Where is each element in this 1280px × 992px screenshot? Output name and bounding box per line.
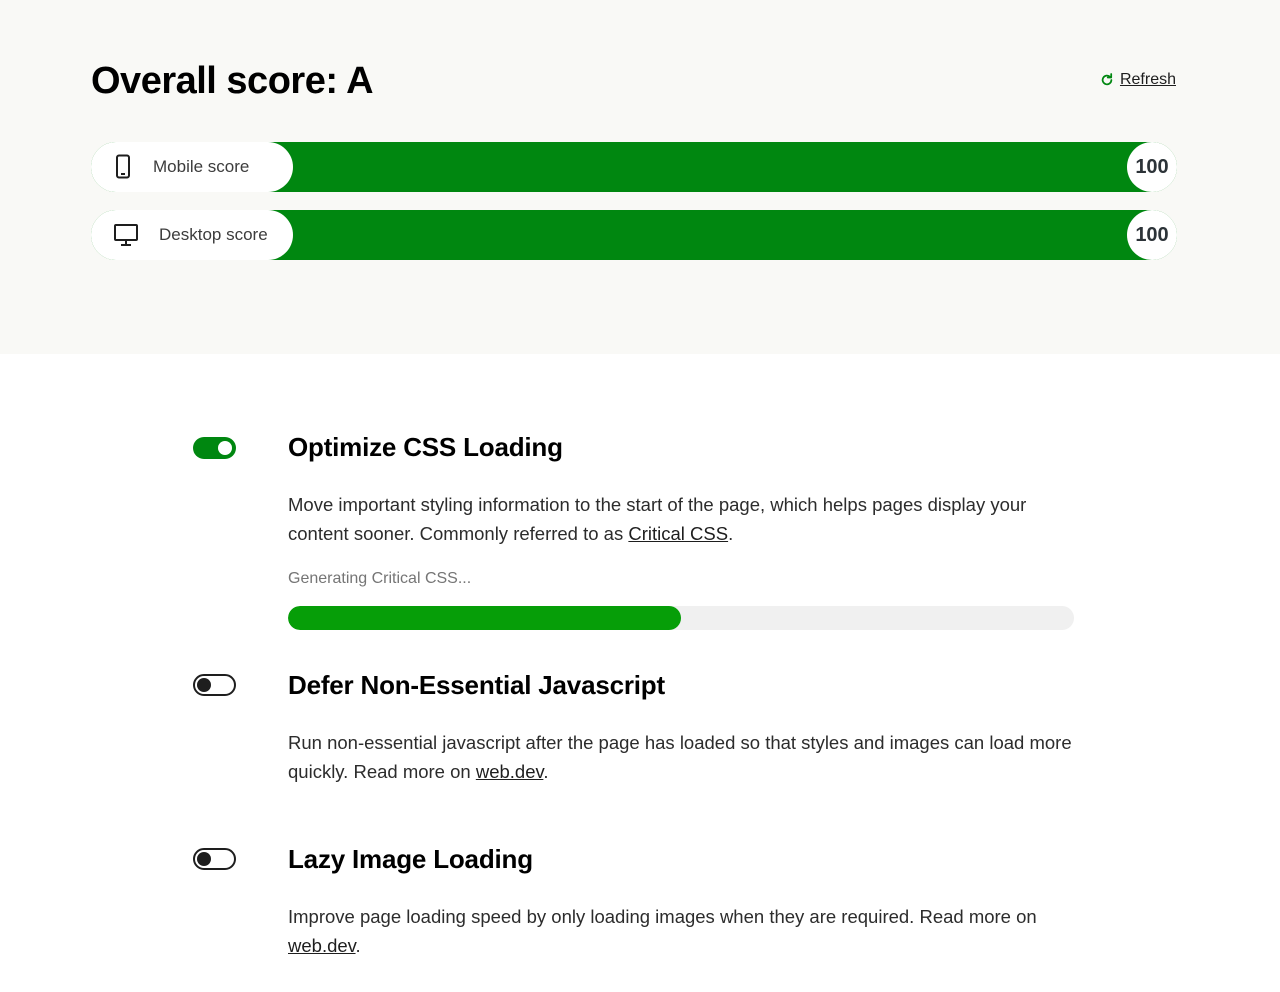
mobile-score-row: Mobile score 100 (91, 142, 1177, 192)
module-defer-js: Defer Non-Essential Javascript Run non-e… (193, 660, 1093, 790)
description-end: . (355, 935, 361, 956)
overall-score-title: Overall score: A (91, 60, 374, 102)
refresh-link[interactable]: Refresh (1100, 71, 1176, 89)
progress-label: Generating Critical CSS... (288, 570, 472, 587)
toggle-knob (197, 852, 211, 866)
progress-fill (288, 606, 681, 630)
module-title: Defer Non-Essential Javascript (288, 670, 665, 700)
defer-js-toggle[interactable] (193, 674, 236, 696)
desktop-score-row: Desktop score 100 (91, 210, 1177, 260)
module-title: Lazy Image Loading (288, 844, 533, 874)
lazy-images-toggle[interactable] (193, 848, 236, 870)
mobile-phone-icon (116, 154, 130, 179)
toggle-knob (218, 441, 232, 455)
description-end: . (728, 523, 734, 544)
web-dev-link[interactable]: web.dev (476, 761, 544, 782)
critical-css-link[interactable]: Critical CSS (628, 523, 728, 544)
refresh-label: Refresh (1119, 71, 1176, 88)
description-end: . (543, 761, 549, 782)
score-panel: Overall score: A Refresh Mobile score 10… (0, 0, 1280, 354)
toggle-knob (197, 678, 211, 692)
mobile-score-label: Mobile score (153, 157, 250, 176)
web-dev-link[interactable]: web.dev (288, 935, 356, 956)
desktop-monitor-icon (114, 224, 138, 246)
refresh-icon (1101, 73, 1113, 86)
module-description: Improve page loading speed by only loadi… (288, 902, 1088, 960)
desktop-score-label: Desktop score (159, 225, 268, 244)
description-text: Improve page loading speed by only loadi… (288, 906, 1037, 927)
desktop-score-label-pill: Desktop score (91, 210, 293, 260)
desktop-score-value: 100 (1127, 210, 1177, 260)
module-title: Optimize CSS Loading (288, 432, 563, 462)
optimize-css-toggle[interactable] (193, 437, 236, 459)
mobile-score-value: 100 (1127, 142, 1177, 192)
mobile-score-label-pill: Mobile score (91, 142, 293, 192)
progress-track (288, 606, 1074, 630)
module-lazy-images: Lazy Image Loading Improve page loading … (193, 834, 1093, 964)
description-text: Run non-essential javascript after the p… (288, 732, 1072, 782)
module-description: Run non-essential javascript after the p… (288, 728, 1088, 786)
module-optimize-css: Optimize CSS Loading Move important styl… (193, 420, 1093, 640)
module-description: Move important styling information to th… (288, 490, 1088, 548)
